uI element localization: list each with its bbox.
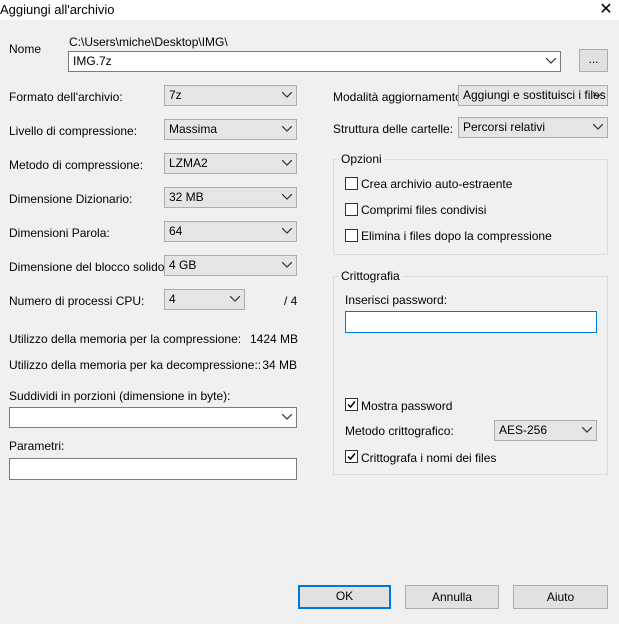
paths-label: Struttura delle cartelle: (333, 122, 454, 136)
crypto-method-select[interactable]: AES-256 (494, 420, 597, 441)
paths-select[interactable]: Percorsi relativi (458, 117, 608, 138)
mem-decomp-value: 34 MB (262, 358, 297, 372)
threads-value: 4 (169, 292, 176, 306)
close-icon[interactable]: ✕ (596, 0, 616, 20)
mem-comp-label: Utilizzo della memoria per la compressio… (9, 332, 242, 346)
crypto-method-value: AES-256 (499, 423, 548, 437)
chevron-down-icon[interactable] (591, 86, 605, 105)
chevron-down-icon[interactable] (591, 118, 605, 137)
format-label: Formato dell'archivio: (9, 90, 123, 104)
paths-value: Percorsi relativi (463, 120, 546, 134)
mem-comp-value: 1424 MB (250, 332, 299, 346)
name-label: Nome (9, 42, 42, 56)
name-path: C:\Users\miche\Desktop\IMG\ (69, 35, 228, 49)
params-input[interactable] (9, 458, 297, 480)
solid-select[interactable]: 4 GB (164, 255, 297, 276)
method-value: LZMA2 (169, 156, 208, 170)
method-label: Metodo di compressione: (9, 158, 144, 172)
delete-label: Elimina i files dopo la compressione (361, 229, 552, 243)
chevron-down-icon[interactable] (280, 86, 294, 105)
solid-value: 4 GB (169, 258, 197, 272)
split-combo[interactable] (9, 407, 297, 428)
encrypt-names-label: Crittografa i nomi dei files (361, 451, 497, 465)
window-title: Aggiungi all'archivio (0, 2, 115, 17)
encrypt-names-checkbox[interactable] (345, 450, 358, 463)
delete-checkbox[interactable] (345, 229, 358, 242)
format-select[interactable]: 7z (164, 85, 297, 106)
cancel-button[interactable]: Annulla (405, 585, 499, 609)
chevron-down-icon[interactable] (228, 290, 242, 309)
chevron-down-icon[interactable] (280, 256, 294, 275)
chevron-down-icon[interactable] (280, 120, 294, 139)
checkmark-icon (347, 401, 356, 409)
word-value: 64 (169, 224, 183, 238)
chevron-down-icon[interactable] (280, 188, 294, 207)
level-label: Livello di compressione: (9, 124, 138, 138)
show-password-label: Mostra password (361, 399, 453, 413)
chevron-down-icon[interactable] (580, 421, 594, 440)
help-button[interactable]: Aiuto (513, 585, 608, 609)
archive-name-value: IMG.7z (73, 54, 112, 68)
chevron-down-icon[interactable] (280, 154, 294, 173)
level-value: Massima (169, 122, 218, 136)
threads-label: Numero di processi CPU: (9, 294, 145, 308)
threads-select[interactable]: 4 (164, 289, 245, 310)
password-label: Inserisci password: (345, 293, 448, 307)
update-label: Modalità aggiornamento: (333, 90, 466, 104)
mem-decomp-label: Utilizzo della memoria per ka decompress… (9, 358, 262, 372)
archive-name-combo[interactable]: IMG.7z (68, 51, 561, 72)
show-password-checkbox[interactable] (345, 398, 358, 411)
word-select[interactable]: 64 (164, 221, 297, 242)
word-label: Dimensioni Parola: (9, 226, 110, 240)
password-input[interactable] (345, 311, 597, 333)
split-label: Suddividi in porzioni (dimensione in byt… (9, 389, 231, 403)
method-select[interactable]: LZMA2 (164, 153, 297, 174)
update-value: Aggiungi e sostituisci i files (463, 88, 606, 102)
sfx-label: Crea archivio auto-estraente (361, 177, 513, 191)
params-label: Parametri: (9, 439, 65, 453)
format-value: 7z (169, 88, 182, 102)
level-select[interactable]: Massima (164, 119, 297, 140)
ok-button[interactable]: OK (298, 585, 391, 609)
threads-total: / 4 (284, 294, 298, 308)
shared-checkbox[interactable] (345, 203, 358, 216)
shared-label: Comprimi files condivisi (361, 203, 487, 217)
chevron-down-icon[interactable] (280, 222, 294, 241)
dict-select[interactable]: 32 MB (164, 187, 297, 208)
solid-label: Dimensione del blocco solido: (9, 260, 168, 274)
update-select[interactable]: Aggiungi e sostituisci i files (458, 85, 608, 106)
crypto-method-label: Metodo crittografico: (345, 424, 454, 438)
browse-button[interactable]: ... (579, 49, 608, 72)
options-title: Opzioni (339, 152, 384, 166)
checkmark-icon (347, 453, 356, 461)
sfx-checkbox[interactable] (345, 177, 358, 190)
chevron-down-icon[interactable] (280, 408, 294, 427)
dict-label: Dimensione Dizionario: (9, 192, 133, 206)
chevron-down-icon[interactable] (544, 52, 558, 71)
encryption-title: Crittografia (339, 269, 402, 283)
dict-value: 32 MB (169, 190, 204, 204)
